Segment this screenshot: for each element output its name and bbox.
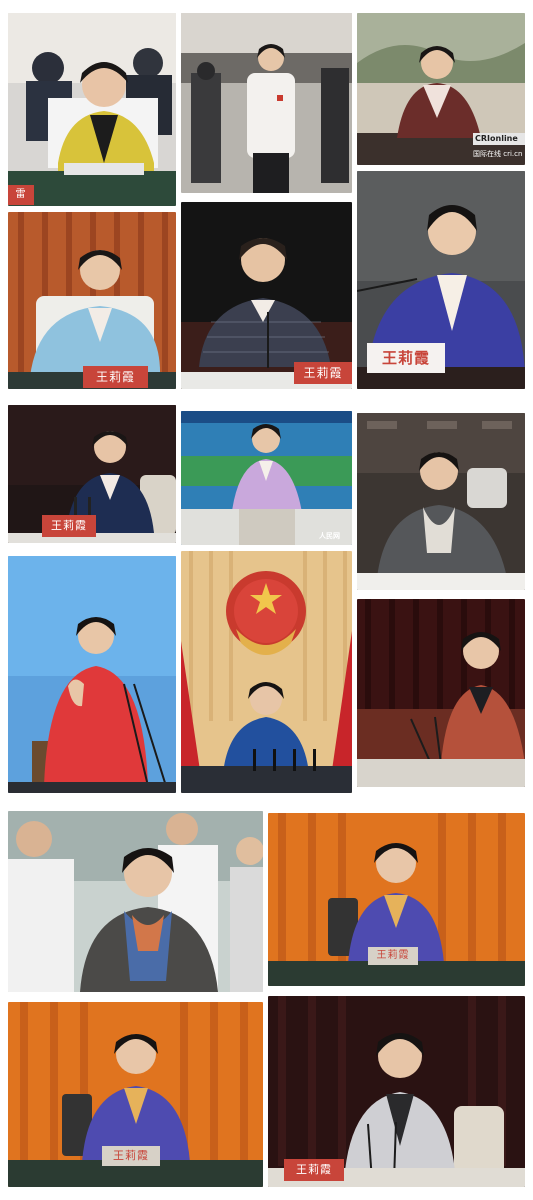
photo-lavender-jacket-stage: 人民网 — [181, 411, 352, 545]
photo-grey-jacket-scarf-seated — [357, 413, 525, 590]
photo-grey-cardigan-crowd — [8, 811, 263, 992]
photo-national-emblem-session — [181, 551, 352, 793]
photo-grey-blazer-dark-curtain: 王莉霞 — [268, 996, 525, 1187]
photo-purple-jacket-microphone: 王莉霞 — [357, 171, 525, 389]
cri-watermark-caption: 国际在线 cri.cn — [473, 150, 523, 158]
photo-white-jacket-outdoors — [181, 13, 352, 193]
people-daily-watermark: 人民网 — [319, 532, 340, 540]
photo-rust-blazer-microphones — [357, 599, 525, 787]
photo-red-blazer-applause — [8, 556, 176, 793]
nameplate-label: 王莉霞 — [42, 515, 96, 537]
cri-watermark-logo: CRIonline — [475, 134, 518, 143]
nameplate-label: 王莉霞 — [83, 366, 148, 388]
photo-purple-blazer-orange-curtain: 王莉霞 — [268, 813, 525, 986]
nameplate-label: 王莉霞 — [284, 1159, 344, 1181]
photo-tweed-jacket-podium: 王莉霞 — [181, 202, 352, 389]
photo-speaker-yellow-jacket: 雷 — [8, 13, 176, 206]
nameplate-label: 王莉霞 — [368, 947, 418, 965]
photo-purple-blazer-seated: 王莉霞 — [8, 1002, 263, 1187]
nameplate-label: 王莉霞 — [367, 343, 445, 373]
photo-blue-jacket-red-curtain: 王莉霞 — [8, 212, 176, 389]
nameplate-label: 王莉霞 — [294, 362, 352, 384]
nameplate-label: 王莉霞 — [102, 1146, 160, 1166]
nameplate-label: 雷 — [8, 185, 34, 205]
photo-navy-jacket-conference: 王莉霞 — [8, 405, 176, 543]
photo-red-jacket-interview: CRIonline 国际在线 cri.cn — [357, 13, 525, 165]
